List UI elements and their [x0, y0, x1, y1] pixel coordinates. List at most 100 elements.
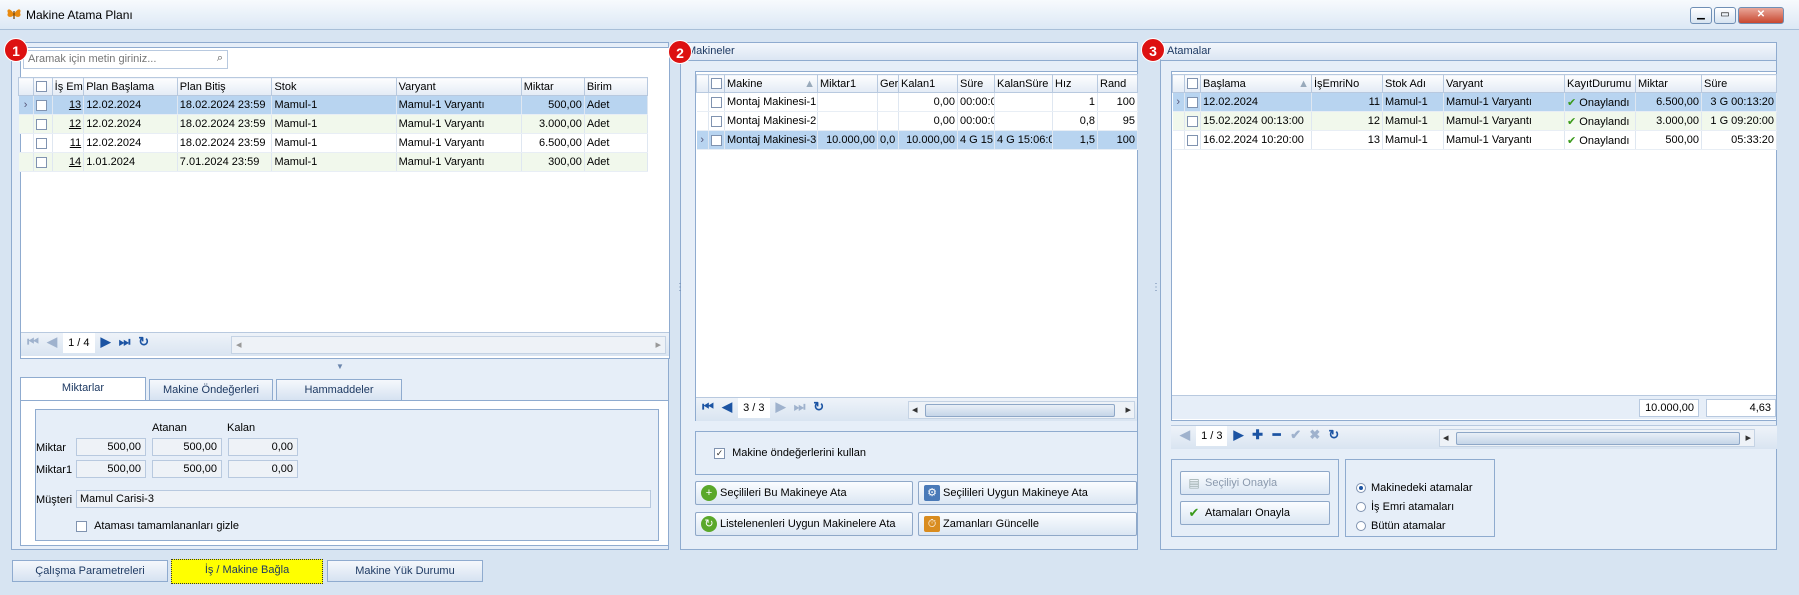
cell-is-emri[interactable]: 11	[52, 133, 85, 153]
tab-hammaddeler[interactable]: Hammaddeler	[276, 379, 402, 401]
col-header[interactable]: İş Emri	[51, 77, 85, 96]
col-header[interactable]: Plan Başlama	[83, 77, 178, 96]
scroll-right-icon[interactable]: ▸	[1745, 431, 1751, 444]
table-row[interactable]: Montaj Makinesi-2 0,00 00:00:00 0,8 95	[696, 111, 1138, 131]
radio-button[interactable]	[1356, 521, 1366, 532]
row-checkbox[interactable]	[35, 156, 47, 168]
col-header[interactable]: Stok	[271, 77, 397, 96]
refresh-icon[interactable]: ↻	[811, 398, 827, 416]
tab-is-makine-bagla[interactable]: İş / Makine Bağla	[171, 559, 323, 584]
col-header[interactable]: KayıtDurumu	[1564, 74, 1636, 93]
col-header[interactable]: Miktar	[520, 77, 585, 96]
search-box[interactable]: ⌕	[23, 50, 228, 69]
select-all-checkbox[interactable]	[1187, 78, 1198, 90]
col-header[interactable]: Başlama ▲	[1200, 74, 1312, 93]
use-defaults-checkbox[interactable]	[714, 447, 725, 459]
row-checkbox[interactable]	[35, 99, 47, 111]
update-times-button[interactable]: ⏱ Zamanları Güncelle	[918, 512, 1137, 536]
col-header[interactable]: Süre	[957, 74, 995, 93]
col-header[interactable]: Miktar	[1635, 74, 1702, 93]
scroll-right-icon[interactable]: ▸	[1125, 403, 1131, 416]
cell-is-emri[interactable]: 12	[52, 114, 85, 134]
radio-button[interactable]	[1356, 502, 1366, 513]
select-all-checkbox[interactable]	[711, 78, 722, 90]
col-header[interactable]: Plan Bitiş	[176, 77, 273, 96]
col-header[interactable]: Ger	[877, 74, 899, 93]
table-row[interactable]: › Montaj Makinesi-3 10.000,00 0,0 10.000…	[696, 130, 1138, 150]
splitter-collapse-icon[interactable]: ▼	[336, 362, 344, 371]
col-header[interactable]: Makine ▲	[724, 74, 818, 93]
row-checkbox[interactable]	[711, 96, 722, 108]
row-checkbox[interactable]	[711, 134, 722, 146]
row-checkbox[interactable]	[1187, 115, 1198, 127]
hide-completed-checkbox[interactable]	[76, 520, 87, 532]
use-defaults-option[interactable]: Makine öndeğerlerini kullan	[714, 447, 866, 459]
cell-is-emri[interactable]: 14	[52, 152, 85, 172]
add-icon[interactable]: ✚	[1250, 426, 1266, 444]
table-row[interactable]: 11 12.02.2024 18.02.2024 23:59 Mamul-1 M…	[18, 133, 649, 153]
scroll-thumb[interactable]	[1456, 432, 1740, 445]
col-header[interactable]: Birim	[583, 77, 649, 96]
approve-selected-button[interactable]: ▤ Seçiliyi Onayla	[1180, 471, 1330, 495]
confirm-icon[interactable]: ✔	[1288, 426, 1304, 444]
col-header[interactable]: Varyant	[1443, 74, 1565, 93]
row-checkbox[interactable]	[35, 118, 47, 130]
col-header[interactable]: Stok Adı	[1382, 74, 1444, 93]
prev-page-icon[interactable]: ◀	[44, 333, 60, 351]
tab-miktarlar[interactable]: Miktarlar	[20, 377, 146, 401]
table-row[interactable]: 15.02.2024 00:13:00 12 Mamul-1 Mamul-1 V…	[1172, 111, 1777, 131]
col-header[interactable]: Varyant	[395, 77, 522, 96]
tab-calisma-parametreleri[interactable]: Çalışma Parametreleri	[12, 560, 168, 582]
col-header[interactable]: Süre	[1701, 74, 1777, 93]
select-all-checkbox[interactable]	[35, 81, 47, 93]
scroll-right-icon[interactable]: ▸	[655, 338, 661, 351]
row-checkbox[interactable]	[35, 137, 47, 149]
radio-order-assignments[interactable]: İş Emri atamaları	[1356, 501, 1454, 513]
col-header[interactable]: Hız	[1052, 74, 1098, 93]
table-row[interactable]: Montaj Makinesi-1 0,00 00:00:00 1 100	[696, 92, 1138, 112]
hide-completed-option[interactable]: Ataması tamamlananları gizle	[76, 520, 239, 532]
splitter-grip-icon[interactable]: ⋮	[675, 283, 685, 293]
cell-is-emri[interactable]: 13	[52, 95, 85, 115]
remove-icon[interactable]: ━	[1269, 426, 1285, 444]
prev-page-icon[interactable]: ◀	[1177, 426, 1193, 444]
assignments-hscrollbar[interactable]: ◂ ▸	[1439, 429, 1755, 447]
next-page-icon[interactable]: ▶	[1231, 426, 1247, 444]
col-header[interactable]: KalanSüre	[994, 74, 1053, 93]
table-row[interactable]: 16.02.2024 10:20:00 13 Mamul-1 Mamul-1 V…	[1172, 130, 1777, 150]
first-page-icon[interactable]: ⏮	[25, 333, 41, 351]
minimize-button[interactable]: ▁	[1690, 7, 1712, 24]
next-page-icon[interactable]: ▶	[98, 333, 114, 351]
col-header[interactable]: İşEmriNo	[1311, 74, 1383, 93]
scroll-left-icon[interactable]: ◂	[1443, 431, 1449, 444]
scroll-left-icon[interactable]: ◂	[236, 338, 242, 351]
next-page-icon[interactable]: ▶	[773, 398, 789, 416]
radio-machine-assignments[interactable]: Makinedeki atamalar	[1356, 482, 1473, 494]
search-icon[interactable]: ⌕	[217, 52, 223, 65]
refresh-icon[interactable]: ↻	[1326, 426, 1342, 444]
radio-all-assignments[interactable]: Bütün atamalar	[1356, 520, 1446, 532]
table-row[interactable]: › 13 12.02.2024 18.02.2024 23:59 Mamul-1…	[18, 95, 649, 115]
col-header[interactable]: Rand	[1097, 74, 1138, 93]
assign-listed-button[interactable]: ↻ Listelenenleri Uygun Makinelere Ata	[695, 512, 913, 536]
last-page-icon[interactable]: ⏭	[792, 398, 808, 416]
scroll-thumb[interactable]	[925, 404, 1115, 417]
table-row[interactable]: › 12.02.2024 11 Mamul-1 Mamul-1 Varyantı…	[1172, 92, 1777, 112]
close-button[interactable]: ✕	[1738, 7, 1784, 24]
assign-to-suitable-machine-button[interactable]: ⚙ Seçilileri Uygun Makineye Ata	[918, 481, 1137, 505]
machines-hscrollbar[interactable]: ◂ ▸	[908, 401, 1135, 419]
col-header[interactable]: Kalan1	[898, 74, 958, 93]
scroll-left-icon[interactable]: ◂	[912, 403, 918, 416]
search-input[interactable]	[24, 51, 204, 67]
approve-all-button[interactable]: ✔ Atamaları Onayla	[1180, 501, 1330, 525]
radio-button[interactable]	[1356, 483, 1366, 494]
last-page-icon[interactable]: ⏭	[117, 333, 133, 351]
tab-makine-yuk-durumu[interactable]: Makine Yük Durumu	[327, 560, 483, 582]
maximize-button[interactable]: ▭	[1714, 7, 1736, 24]
refresh-icon[interactable]: ↻	[136, 333, 152, 351]
row-checkbox[interactable]	[711, 115, 722, 127]
cancel-icon[interactable]: ✖	[1307, 426, 1323, 444]
tab-makine-ondegerleri[interactable]: Makine Öndeğerleri	[149, 379, 273, 401]
left-hscrollbar[interactable]: ◂ ▸	[231, 336, 666, 354]
row-checkbox[interactable]	[1187, 134, 1198, 146]
